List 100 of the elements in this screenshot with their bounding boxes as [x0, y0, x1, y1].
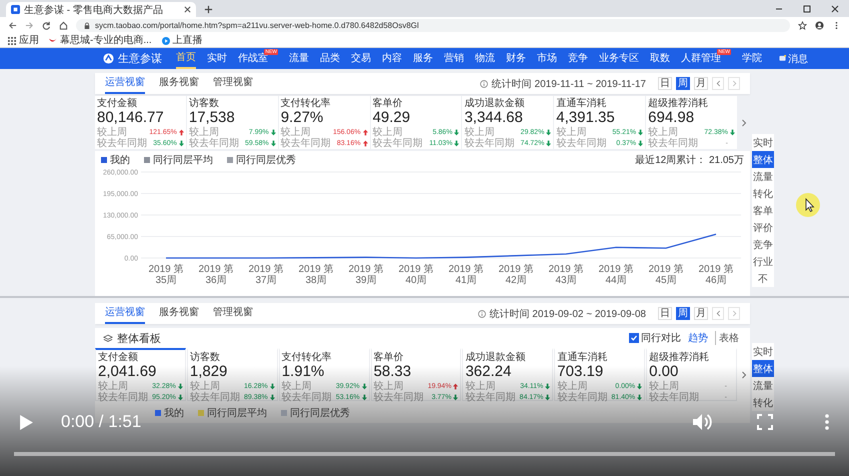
- bookmark-link[interactable]: 幕思城-专业的电商...: [60, 34, 152, 46]
- nav-tab[interactable]: 取数: [650, 48, 670, 69]
- side-nav-item[interactable]: 整体: [752, 151, 774, 168]
- chevron-left-icon[interactable]: [716, 310, 720, 317]
- legend-label[interactable]: 我的: [164, 406, 184, 420]
- close-icon[interactable]: [184, 6, 191, 13]
- previous-button[interactable]: [712, 307, 724, 320]
- nav-tab[interactable]: 竞争: [568, 48, 588, 69]
- compare-checkbox[interactable]: 同行对比: [629, 331, 681, 345]
- home-icon[interactable]: [59, 21, 68, 30]
- reload-icon[interactable]: [42, 21, 51, 30]
- next-button[interactable]: [728, 307, 740, 320]
- side-nav-item[interactable]: 流量: [752, 377, 774, 394]
- legend-label[interactable]: 同行同层优秀: [236, 152, 296, 166]
- next-button[interactable]: [728, 77, 740, 90]
- view-tab[interactable]: 运营视窗: [105, 303, 145, 324]
- nav-tab[interactable]: 流量: [289, 48, 309, 69]
- forward-arrow-icon[interactable]: [25, 21, 34, 30]
- close-icon[interactable]: [830, 4, 840, 14]
- maximize-icon[interactable]: [802, 4, 812, 14]
- messages-link[interactable]: 消息: [788, 52, 808, 66]
- nav-tab[interactable]: 学院: [742, 48, 762, 69]
- side-nav-item[interactable]: 实时: [752, 343, 774, 360]
- period-button[interactable]: 周: [676, 307, 690, 320]
- chevron-right-icon[interactable]: [740, 118, 748, 128]
- period-button[interactable]: 日: [658, 307, 672, 320]
- nav-tab[interactable]: 业务专区: [599, 48, 639, 69]
- apps-grid-icon[interactable]: [8, 36, 16, 44]
- side-nav-item[interactable]: 转化: [752, 185, 774, 202]
- legend-label[interactable]: 同行同层优秀: [290, 406, 350, 420]
- nav-tab[interactable]: 内容: [382, 48, 402, 69]
- side-nav-item[interactable]: 评价: [752, 219, 774, 236]
- side-nav-item[interactable]: 实时: [752, 134, 774, 151]
- legend-label[interactable]: 我的: [110, 152, 130, 166]
- side-nav-item[interactable]: 竞争: [752, 236, 774, 253]
- view-link[interactable]: 趋势: [685, 331, 711, 345]
- arrow-down-icon: [730, 129, 736, 136]
- comparison-label: 较去年同期: [465, 392, 516, 403]
- view-link[interactable]: 表格: [715, 331, 742, 345]
- metric-label: 支付转化率: [280, 98, 332, 109]
- period-button[interactable]: 月: [694, 77, 708, 90]
- volume-icon[interactable]: [693, 413, 713, 431]
- metric-label: 超级推荐消耗: [649, 352, 710, 363]
- comparison-label: 较去年同期: [374, 392, 425, 403]
- nav-tab[interactable]: 交易: [351, 48, 371, 69]
- view-tab[interactable]: 服务视窗: [159, 303, 199, 324]
- play-icon[interactable]: [20, 414, 33, 430]
- bookmark-logo-icon[interactable]: [49, 36, 57, 44]
- nav-tab[interactable]: 品类: [320, 48, 340, 69]
- favicon-icon: [11, 5, 20, 14]
- period-button[interactable]: 日: [658, 77, 672, 90]
- comparison-label: 较去年同期: [190, 392, 241, 403]
- side-nav-item[interactable]: 整体: [752, 360, 774, 377]
- chevron-left-icon[interactable]: [716, 80, 720, 87]
- x-tick-label: 2019 第43周: [547, 264, 585, 286]
- star-icon[interactable]: [798, 21, 807, 30]
- progress-track[interactable]: [14, 452, 835, 456]
- metric-label: 客单价: [374, 352, 405, 363]
- comparison-label: 较去年同期: [98, 392, 149, 403]
- view-tab[interactable]: 运营视窗: [105, 73, 145, 94]
- nav-tab[interactable]: 市场: [537, 48, 557, 69]
- account-icon[interactable]: [815, 21, 824, 30]
- metric-value: 9.27%: [280, 109, 324, 126]
- new-tab-icon[interactable]: [204, 5, 213, 14]
- address-bar[interactable]: sycm.taobao.com/portal/home.htm?spm=a211vu.server-web-home.0.d780.6482d58Osv8Gl: [76, 19, 790, 32]
- chevron-right-icon[interactable]: [740, 370, 748, 380]
- comparison-label: 较上周: [556, 127, 588, 138]
- fullscreen-icon[interactable]: [757, 414, 773, 430]
- side-nav-item[interactable]: 流量: [752, 168, 774, 185]
- bookmark-link[interactable]: 上直播: [172, 34, 203, 46]
- previous-button[interactable]: [712, 77, 724, 90]
- view-tab[interactable]: 管理视窗: [213, 303, 253, 324]
- period-button[interactable]: 月: [694, 307, 708, 320]
- more-options-icon[interactable]: [825, 414, 829, 430]
- x-tick-label: 2019 第45周: [647, 264, 685, 286]
- legend-label[interactable]: 同行同层平均: [207, 406, 267, 420]
- nav-tab[interactable]: 营销: [444, 48, 464, 69]
- info-icon[interactable]: [480, 80, 488, 88]
- nav-tab[interactable]: 实时: [207, 48, 227, 69]
- view-tab[interactable]: 服务视窗: [159, 73, 199, 94]
- legend-label[interactable]: 同行同层平均: [153, 152, 213, 166]
- view-tab[interactable]: 管理视窗: [213, 73, 253, 94]
- comparison-label: 较上周: [97, 127, 128, 138]
- bookmark-logo-icon[interactable]: [162, 36, 170, 44]
- nav-tab[interactable]: 财务: [506, 48, 526, 69]
- nav-tab[interactable]: 服务: [413, 48, 433, 69]
- browser-tab[interactable]: 生意参谋 - 零售电商大数据产品: [6, 2, 196, 17]
- nav-tab[interactable]: 物流: [475, 48, 495, 69]
- info-icon[interactable]: [478, 310, 486, 318]
- bookmark-link[interactable]: 应用: [19, 34, 39, 46]
- side-nav-item[interactable]: 行业: [752, 253, 774, 270]
- message-icon[interactable]: [779, 55, 786, 62]
- layers-icon: [103, 334, 113, 342]
- period-button[interactable]: 周: [676, 77, 690, 90]
- nav-tab[interactable]: 首页: [176, 48, 196, 69]
- side-nav-item[interactable]: 客单: [752, 202, 774, 219]
- side-nav-item[interactable]: 转化: [752, 394, 774, 411]
- logo-icon: [103, 53, 114, 64]
- back-arrow-icon[interactable]: [8, 21, 17, 30]
- side-nav-item[interactable]: 不: [752, 270, 774, 287]
